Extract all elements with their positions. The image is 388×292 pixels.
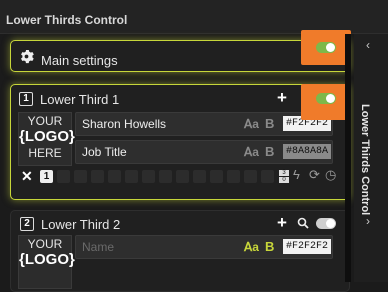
bold-icon[interactable]: B — [265, 116, 274, 131]
close-icon[interactable]: ✕ — [21, 168, 33, 185]
gear-icon — [20, 49, 34, 64]
lower-third-2-panel: 2 Lower Third 2 + YOUR {LOGO} Name ꓮa B … — [10, 210, 350, 292]
title-field[interactable]: Job Title ꓮa B #8A8A8A — [75, 140, 333, 164]
refresh-icon[interactable]: ⟳ — [309, 167, 320, 183]
lower-third-1-toggle-highlight — [301, 84, 351, 120]
main-settings-toggle-highlight — [301, 30, 351, 65]
font-a-icon[interactable]: ꓮa — [244, 117, 259, 131]
font-a-icon[interactable]: ꓮa — [244, 240, 259, 254]
slot[interactable] — [261, 170, 274, 183]
lower-third-1-panel: 1 Lower Third 1 + YOUR {LOGO} HERE Sharo… — [10, 84, 350, 200]
add-button[interactable]: + — [277, 214, 287, 231]
logo-line: YOUR — [27, 114, 63, 128]
logo-line: HERE — [28, 146, 62, 160]
counter-top: 3 — [279, 170, 289, 176]
slot[interactable] — [193, 170, 206, 183]
slot[interactable] — [210, 170, 223, 183]
collapsed-sidebar[interactable]: ‹ Lower Thirds Control › — [354, 34, 388, 282]
lower-third-number: 2 — [20, 217, 34, 231]
logo-placeholder[interactable]: YOUR {LOGO} — [18, 235, 75, 289]
main-settings-toggle[interactable] — [316, 42, 336, 53]
bolt-icon[interactable]: ϟ — [293, 167, 300, 182]
slot[interactable] — [91, 170, 104, 183]
main-settings-label: Main settings — [41, 53, 118, 68]
add-button[interactable]: + — [277, 89, 287, 106]
main-settings-panel[interactable]: Main settings ⋮ — [10, 40, 350, 72]
chevron-right-icon[interactable]: › — [366, 214, 370, 228]
counter-bottom: 0 — [279, 177, 289, 183]
scrollbar[interactable] — [345, 34, 351, 282]
bold-icon[interactable]: B — [265, 239, 274, 254]
slot[interactable] — [57, 170, 70, 183]
lower-third-2-toggle[interactable] — [316, 218, 336, 229]
slot[interactable] — [74, 170, 87, 183]
field-value: Sharon Howells — [82, 117, 167, 131]
logo-placeholder[interactable]: YOUR {LOGO} HERE — [18, 112, 75, 166]
window-title: Lower Thirds Control — [6, 13, 128, 27]
window-titlebar: Lower Thirds Control — [0, 0, 388, 34]
clock-icon[interactable]: ◷ — [325, 167, 336, 183]
color-chip[interactable]: #F2F2F2 — [283, 239, 332, 254]
lower-third-title: Lower Third 2 — [41, 217, 121, 232]
lower-third-number: 1 — [19, 92, 33, 106]
lower-third-title: Lower Third 1 — [40, 92, 120, 107]
search-icon[interactable] — [297, 217, 309, 229]
logo-line: {LOGO} — [19, 251, 75, 268]
logo-line: YOUR — [27, 237, 63, 251]
font-a-icon[interactable]: ꓮa — [244, 145, 259, 159]
logo-line: {LOGO} — [19, 128, 75, 145]
chevron-left-icon[interactable]: ‹ — [366, 38, 370, 52]
slot-active[interactable]: 1 — [40, 170, 53, 183]
color-chip[interactable]: #8A8A8A — [283, 144, 332, 159]
bold-icon[interactable]: B — [265, 144, 274, 159]
slot[interactable] — [244, 170, 257, 183]
sidebar-title: Lower Thirds Control — [359, 104, 371, 216]
slot[interactable] — [108, 170, 121, 183]
slot[interactable] — [125, 170, 138, 183]
field-placeholder: Name — [82, 240, 115, 254]
slot[interactable] — [176, 170, 189, 183]
field-value: Job Title — [82, 145, 127, 159]
slot[interactable] — [227, 170, 240, 183]
lower-third-1-toggle[interactable] — [316, 93, 336, 104]
slot[interactable] — [159, 170, 172, 183]
slot[interactable] — [142, 170, 155, 183]
name-field[interactable]: Sharon Howells ꓮa B #F2F2F2 — [75, 112, 333, 136]
name-field[interactable]: Name ꓮa B #F2F2F2 — [75, 235, 333, 259]
